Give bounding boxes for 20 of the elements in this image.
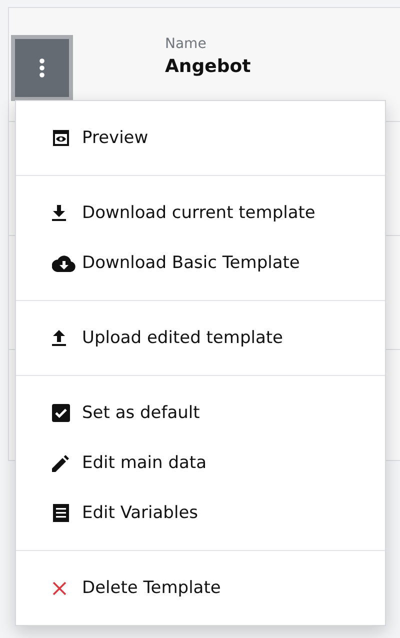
field-label: Name — [165, 36, 208, 52]
eye-icon — [52, 129, 70, 147]
menu-item[interactable]: Set as default — [16, 388, 385, 438]
menu-item[interactable]: Download Basic Template — [16, 238, 385, 288]
menu-item[interactable]: Edit Variables — [16, 488, 385, 538]
menu-item[interactable]: Edit main data — [16, 438, 385, 488]
list-icon — [52, 504, 70, 522]
field-value: Angebot — [165, 56, 251, 77]
close-icon — [52, 580, 67, 596]
menu-item[interactable]: Delete Template — [16, 563, 385, 613]
cloud-download-icon — [52, 254, 76, 272]
menu-item[interactable]: Upload edited template — [16, 313, 385, 363]
download-icon — [52, 205, 66, 221]
more-icon — [39, 58, 45, 78]
more-button[interactable] — [11, 35, 73, 101]
menu-item[interactable]: Download current template — [16, 188, 385, 238]
menu-item[interactable]: Preview — [16, 113, 385, 163]
pencil-icon — [52, 454, 69, 472]
checkbox-icon — [52, 404, 70, 422]
upload-icon — [52, 330, 66, 346]
